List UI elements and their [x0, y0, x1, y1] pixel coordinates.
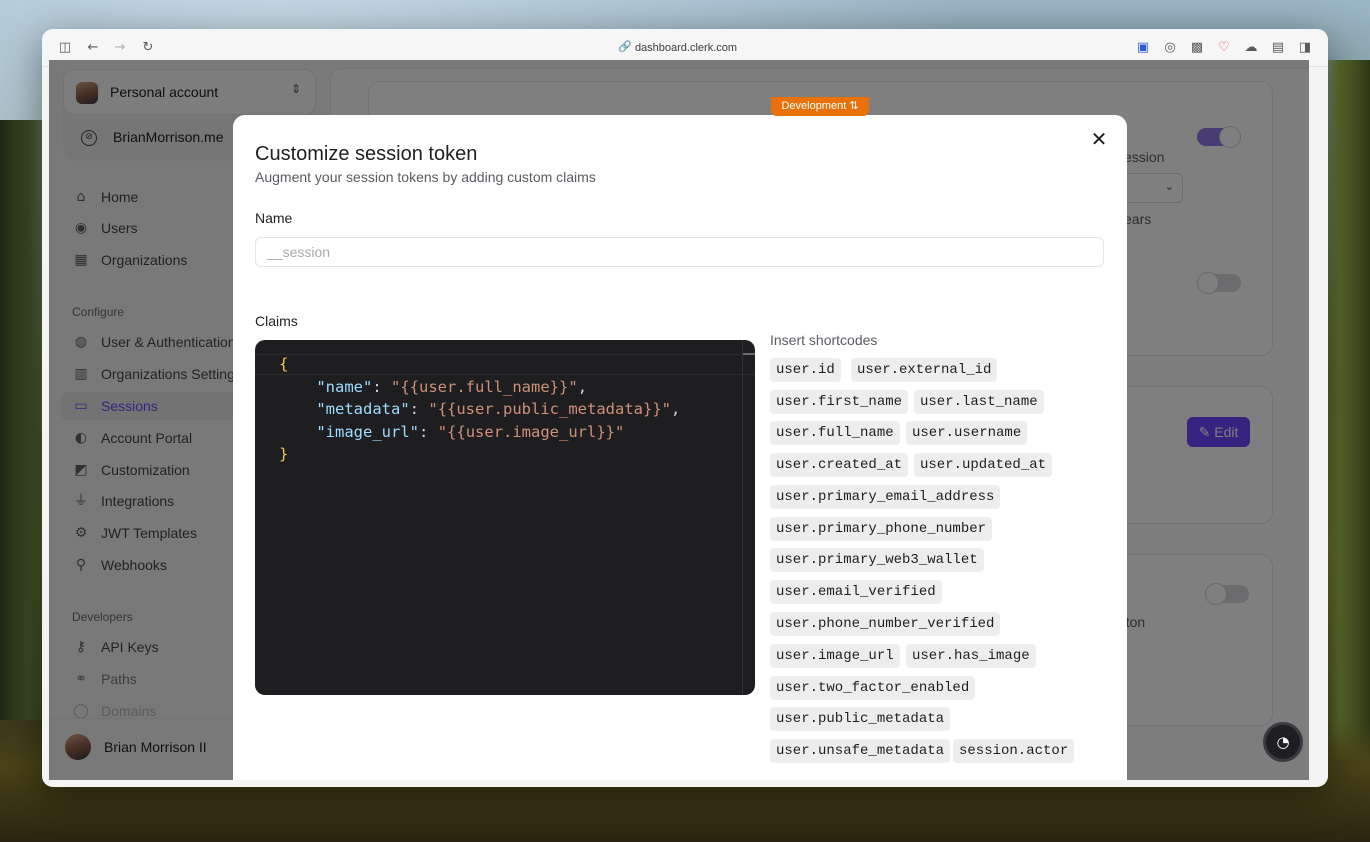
- claim-key: name: [325, 377, 363, 396]
- shortcode-chip[interactable]: user.updated_at: [914, 453, 1053, 477]
- claims-label: Claims: [255, 313, 298, 329]
- shortcodes-label: Insert shortcodes: [770, 332, 878, 348]
- shortcode-chip[interactable]: user.last_name: [914, 390, 1044, 414]
- back-icon[interactable]: ←: [85, 40, 101, 56]
- notion-extension-icon[interactable]: ▩: [1189, 40, 1205, 56]
- background-trees-left: [0, 120, 48, 720]
- claims-code-editor[interactable]: { "name": "{{user.full_name}}", "metadat…: [255, 340, 755, 695]
- claim-value: {{user.image_url}}: [447, 422, 616, 441]
- claim-key: metadata: [325, 400, 401, 418]
- editor-scrollbar-thumb[interactable]: [743, 353, 755, 355]
- shortcode-chip[interactable]: user.id: [770, 358, 841, 382]
- shortcode-chip[interactable]: user.primary_email_address: [770, 485, 1001, 509]
- editor-scrollbar-track: [742, 340, 743, 695]
- shortcode-chip[interactable]: user.primary_phone_number: [770, 517, 993, 541]
- cloud-extension-icon[interactable]: ☁: [1243, 40, 1259, 56]
- sidebar-toggle-icon[interactable]: ◫: [57, 40, 73, 56]
- modal-title: Customize session token: [255, 143, 478, 165]
- reload-icon[interactable]: ↻: [140, 40, 156, 56]
- claim-value: {{user.public_metadata}}: [437, 400, 662, 418]
- shortcode-chip[interactable]: user.primary_web3_wallet: [770, 548, 984, 572]
- environment-badge[interactable]: Development ⇅: [771, 97, 869, 116]
- customize-session-token-modal: ✕ Customize session token Augment your s…: [233, 115, 1127, 780]
- browser-window: ◫ ← → ↻ 🔗 dashboard.clerk.com ▣ ◎ ▩ ♡ ☁ …: [42, 29, 1328, 787]
- shortcode-chip[interactable]: user.external_id: [851, 358, 998, 382]
- close-icon[interactable]: ✕: [1085, 125, 1113, 153]
- claims-code: { "name": "{{user.full_name}}", "metadat…: [279, 355, 681, 463]
- reader-icon[interactable]: ▤: [1270, 40, 1286, 56]
- background-trees-right: [1326, 60, 1370, 760]
- shortcode-chip[interactable]: user.first_name: [770, 390, 909, 414]
- pocket-extension-icon[interactable]: ♡: [1216, 40, 1232, 56]
- forward-icon[interactable]: →: [112, 40, 128, 56]
- bitwarden-extension-icon[interactable]: ▣: [1135, 40, 1151, 56]
- name-input[interactable]: [255, 237, 1104, 267]
- address-bar[interactable]: dashboard.clerk.com: [616, 40, 756, 56]
- tabs-overview-icon[interactable]: ◨: [1297, 40, 1313, 56]
- shortcode-chip[interactable]: user.image_url: [770, 644, 900, 668]
- chat-extension-icon[interactable]: ◎: [1162, 40, 1178, 56]
- shortcode-chip[interactable]: user.has_image: [906, 644, 1036, 668]
- claim-value: {{user.full_name}}: [400, 377, 569, 396]
- shortcode-chip[interactable]: user.two_factor_enabled: [770, 676, 976, 700]
- help-chat-button[interactable]: ◔: [1263, 722, 1303, 762]
- shortcode-chip[interactable]: session.actor: [953, 739, 1075, 763]
- shortcode-chip[interactable]: user.phone_number_verified: [770, 612, 1001, 636]
- modal-subtitle: Augment your session tokens by adding cu…: [255, 169, 596, 185]
- shortcode-chip[interactable]: user.username: [906, 421, 1028, 445]
- name-label: Name: [255, 210, 293, 226]
- dashboard-app: Personal account ⇕ ⊘ BrianMorrison.me ⌂ …: [49, 60, 1309, 780]
- shortcode-chip[interactable]: user.created_at: [770, 453, 909, 477]
- claim-key: image_url: [325, 422, 410, 441]
- shortcode-chip[interactable]: user.full_name: [770, 421, 900, 445]
- shortcode-chip[interactable]: user.public_metadata: [770, 707, 951, 731]
- shortcode-chip[interactable]: user.unsafe_metadata: [770, 739, 951, 763]
- shortcode-chip[interactable]: user.email_verified: [770, 580, 942, 604]
